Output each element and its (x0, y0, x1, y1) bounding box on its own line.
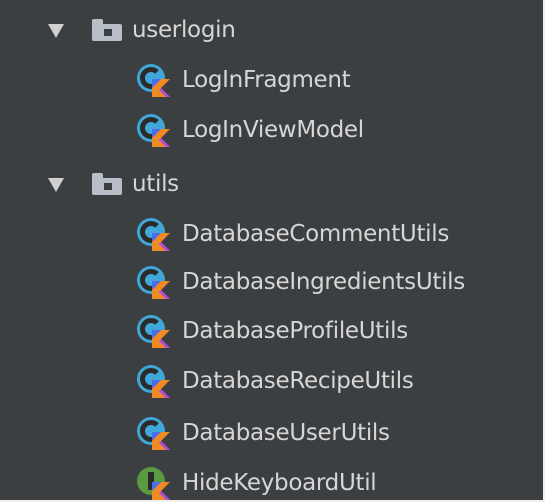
project-tree: userlogin LogInFragment LogInViewModel u… (0, 0, 545, 502)
tree-item-label: LogInViewModel (182, 116, 364, 143)
tree-file-item[interactable]: LogInViewModel (0, 104, 543, 156)
kotlin-class-icon (134, 111, 172, 149)
folder-icon (92, 19, 122, 41)
expand-arrow-icon[interactable] (48, 178, 64, 192)
tree-file-item[interactable]: HideKeyboardUtil (0, 457, 543, 502)
kotlin-class-icon (134, 414, 172, 452)
tree-file-item[interactable]: DatabaseProfileUtils (0, 305, 543, 357)
tree-item-label: DatabaseProfileUtils (182, 317, 408, 344)
tree-file-item[interactable]: DatabaseCommentUtils (0, 208, 543, 260)
expand-arrow-icon[interactable] (48, 24, 64, 38)
tree-file-item[interactable]: LogInFragment (0, 54, 543, 106)
kotlin-interface-icon (134, 464, 172, 502)
tree-item-label: DatabaseIngredientsUtils (182, 268, 465, 295)
tree-item-label: userlogin (132, 16, 236, 43)
kotlin-class-icon (134, 215, 172, 253)
tree-file-item[interactable]: DatabaseUserUtils (0, 407, 543, 459)
tree-item-label: LogInFragment (182, 66, 351, 93)
kotlin-class-icon (134, 362, 172, 400)
tree-item-label: HideKeyboardUtil (182, 469, 377, 496)
kotlin-class-icon (134, 61, 172, 99)
tree-item-label: DatabaseCommentUtils (182, 220, 450, 247)
tree-item-label: utils (132, 170, 179, 197)
folder-icon (92, 173, 122, 195)
tree-folder-utils[interactable]: utils (0, 158, 543, 210)
tree-file-item[interactable]: DatabaseIngredientsUtils (0, 256, 543, 308)
tree-item-label: DatabaseRecipeUtils (182, 367, 414, 394)
kotlin-class-icon (134, 312, 172, 350)
kotlin-class-icon (134, 263, 172, 301)
tree-folder-userlogin[interactable]: userlogin (0, 4, 543, 56)
tree-item-label: DatabaseUserUtils (182, 419, 390, 446)
tree-file-item[interactable]: DatabaseRecipeUtils (0, 355, 543, 407)
